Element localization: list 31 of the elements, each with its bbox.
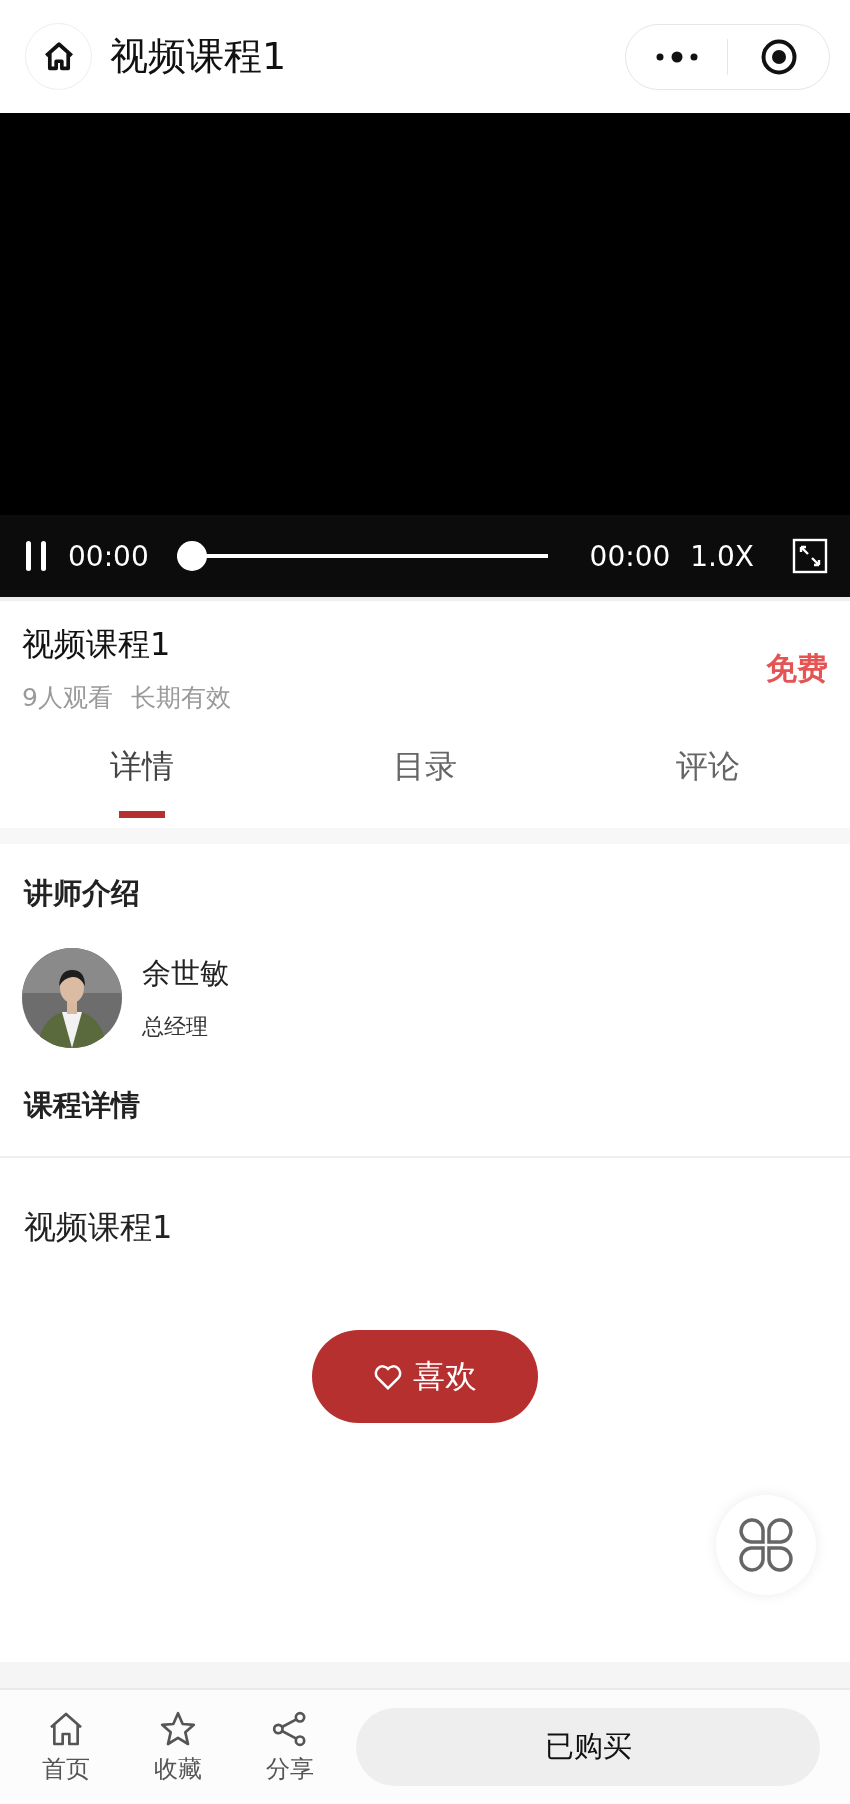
validity-text: 长期有效 <box>130 682 231 714</box>
heart-icon <box>373 1362 403 1391</box>
tab[interactable]: 评论 <box>566 734 850 828</box>
like-button[interactable]: 喜欢 <box>312 1330 538 1423</box>
tab[interactable]: 目录 <box>283 734 567 828</box>
course-title: 视频课程1 <box>22 624 172 665</box>
section-heading: 课程详情 <box>22 1087 141 1124</box>
instructor-name: 余世敏 <box>142 955 229 992</box>
fullscreen-icon <box>792 538 828 574</box>
current-time: 00:00 <box>68 539 149 573</box>
progress-thumb[interactable] <box>176 541 207 571</box>
fullscreen-button[interactable] <box>792 538 828 574</box>
speed-button[interactable]: 1.0X <box>690 539 772 573</box>
nav-item[interactable]: 分享 <box>234 1709 346 1785</box>
purchased-button[interactable]: 已购买 <box>356 1708 820 1786</box>
instructor-role: 总经理 <box>142 1013 209 1041</box>
page-title: 视频课程1 <box>110 33 288 80</box>
nav-item[interactable]: 首页 <box>10 1709 122 1785</box>
section-heading: 讲师介绍 <box>22 875 141 912</box>
pause-button[interactable] <box>24 540 48 572</box>
price-text: 免费 <box>766 648 828 688</box>
target-icon <box>759 37 798 76</box>
more-icon <box>654 49 699 64</box>
pause-icon <box>24 540 48 572</box>
view-count: 9人观看 <box>22 682 113 714</box>
progress-track[interactable] <box>176 541 548 571</box>
tab[interactable]: 详情 <box>0 734 284 828</box>
course-description: 视频课程1 <box>23 1207 174 1248</box>
clover-icon <box>737 1516 795 1574</box>
duration-time: 00:00 <box>589 539 671 573</box>
nav-item[interactable]: 收藏 <box>122 1709 234 1785</box>
